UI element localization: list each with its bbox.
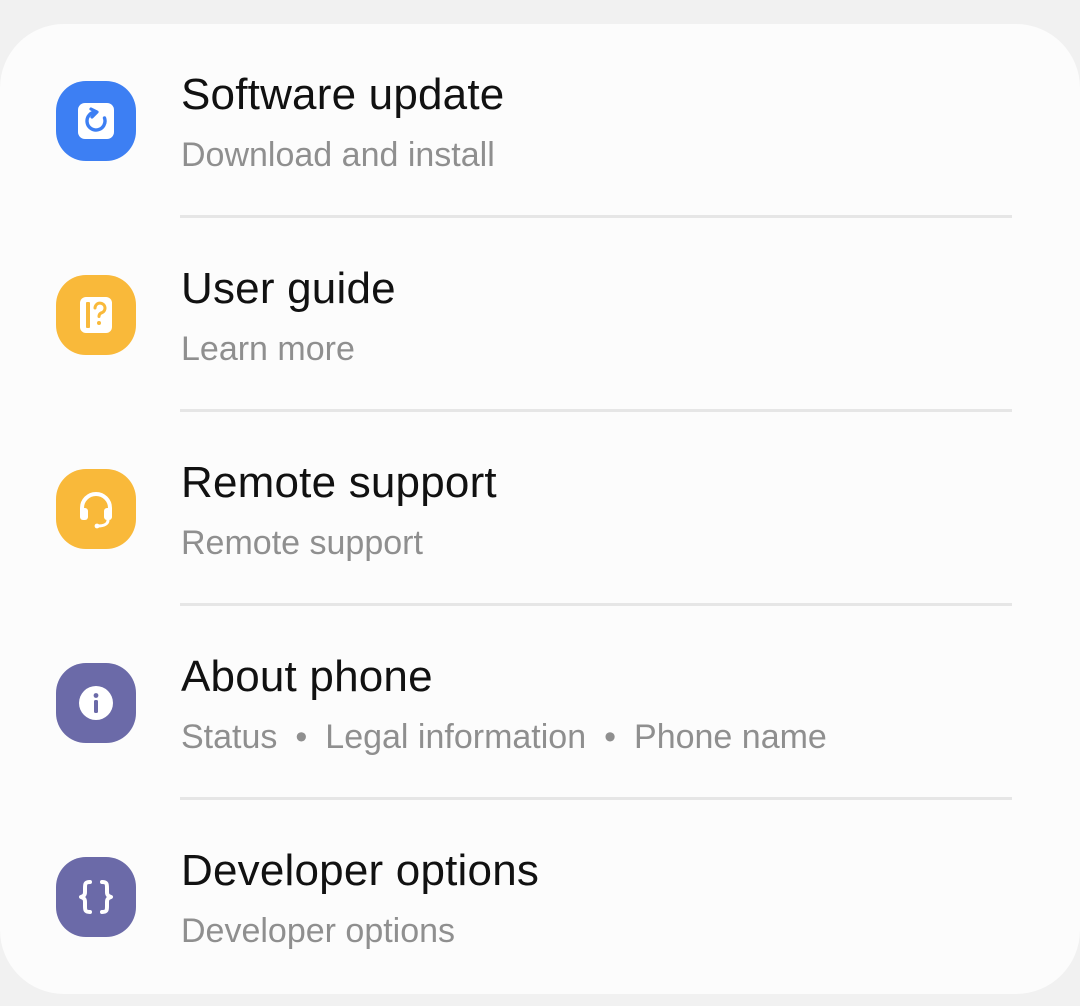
item-subtitle: Download and install [181, 136, 495, 174]
user-guide-item[interactable]: User guide Learn more [0, 218, 1080, 412]
item-title: User guide [181, 264, 396, 313]
item-subtitle: Status • Legal information • Phone name [181, 718, 827, 757]
about-phone-item[interactable]: About phone Status • Legal information • Pho… [0, 606, 1080, 800]
code-braces-icon [56, 857, 136, 937]
item-title: Remote support [181, 458, 497, 507]
item-subtitle: Developer options [181, 912, 456, 950]
info-icon [56, 663, 136, 743]
book-help-icon [56, 275, 136, 355]
item-subtitle: Learn more [181, 330, 355, 368]
remote-support-item[interactable]: Remote support Remote support [0, 412, 1080, 606]
separator-dot: • [604, 718, 617, 756]
item-title: About phone [181, 652, 433, 701]
item-title: Software update [181, 70, 505, 119]
refresh-icon [56, 81, 136, 161]
subtitle-phone-name: Phone name [634, 718, 827, 756]
software-update-item[interactable]: Software update Download and install [0, 24, 1080, 218]
developer-options-item[interactable]: Developer options Developer options [0, 800, 1080, 994]
separator-dot: • [295, 718, 308, 756]
headset-icon [56, 469, 136, 549]
subtitle-status: Status [181, 718, 278, 756]
item-title: Developer options [181, 846, 540, 895]
item-subtitle: Remote support [181, 524, 423, 562]
subtitle-legal-information: Legal information [325, 718, 587, 756]
settings-card: Software update Download and install Use… [0, 24, 1080, 994]
